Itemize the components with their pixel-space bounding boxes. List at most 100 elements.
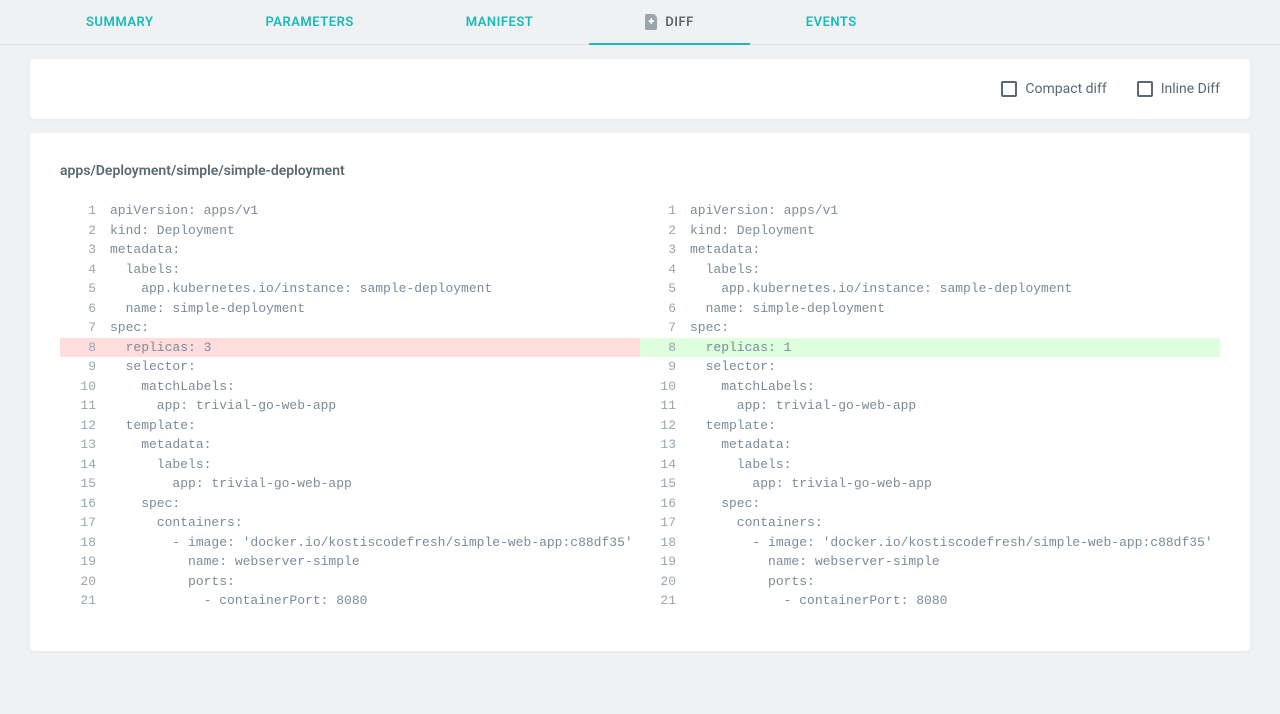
line-content: spec: xyxy=(690,318,1220,338)
line-number: 16 xyxy=(640,494,690,514)
line-number: 15 xyxy=(60,474,110,494)
diff-left: 1apiVersion: apps/v12kind: Deployment3me… xyxy=(60,201,640,611)
line-content: matchLabels: xyxy=(690,377,1220,397)
line-number: 2 xyxy=(640,221,690,241)
inline-diff-checkbox[interactable]: Inline Diff xyxy=(1137,81,1220,97)
line-number: 14 xyxy=(60,455,110,475)
diff-line: 16 spec: xyxy=(640,494,1220,514)
diff-line: 5 app.kubernetes.io/instance: sample-dep… xyxy=(60,279,640,299)
line-content: labels: xyxy=(690,260,1220,280)
line-number: 19 xyxy=(60,552,110,572)
tab-manifest[interactable]: MANIFEST xyxy=(410,0,590,44)
line-content: metadata: xyxy=(110,435,640,455)
checkbox-box xyxy=(1137,81,1153,97)
line-number: 18 xyxy=(60,533,110,553)
line-number: 5 xyxy=(640,279,690,299)
diff-line: 11 app: trivial-go-web-app xyxy=(640,396,1220,416)
line-content: kind: Deployment xyxy=(110,221,640,241)
diff-container: 1apiVersion: apps/v12kind: Deployment3me… xyxy=(60,201,1220,611)
line-content: template: xyxy=(110,416,640,436)
line-content: selector: xyxy=(110,357,640,377)
line-number: 4 xyxy=(60,260,110,280)
diff-line: 19 name: webserver-simple xyxy=(640,552,1220,572)
line-number: 2 xyxy=(60,221,110,241)
line-number: 11 xyxy=(60,396,110,416)
line-number: 7 xyxy=(60,318,110,338)
line-content: ports: xyxy=(690,572,1220,592)
diff-line: 11 app: trivial-go-web-app xyxy=(60,396,640,416)
line-number: 6 xyxy=(60,299,110,319)
line-content: replicas: 1 xyxy=(690,338,1220,358)
tabs-bar: SUMMARY PARAMETERS MANIFEST DIFF EVENTS xyxy=(0,0,1280,45)
diff-line: 1apiVersion: apps/v1 xyxy=(640,201,1220,221)
diff-line: 7spec: xyxy=(60,318,640,338)
line-content: apiVersion: apps/v1 xyxy=(690,201,1220,221)
line-number: 6 xyxy=(640,299,690,319)
tab-parameters[interactable]: PARAMETERS xyxy=(209,0,409,44)
line-content: app: trivial-go-web-app xyxy=(690,396,1220,416)
diff-line: 17 containers: xyxy=(640,513,1220,533)
line-content: spec: xyxy=(110,494,640,514)
tab-label: PARAMETERS xyxy=(265,15,353,30)
line-number: 1 xyxy=(640,201,690,221)
line-number: 20 xyxy=(60,572,110,592)
line-content: app: trivial-go-web-app xyxy=(110,396,640,416)
line-content: app.kubernetes.io/instance: sample-deplo… xyxy=(110,279,640,299)
diff-line: 20 ports: xyxy=(640,572,1220,592)
line-content: spec: xyxy=(110,318,640,338)
line-number: 7 xyxy=(640,318,690,338)
diff-line: 21 - containerPort: 8080 xyxy=(60,591,640,611)
diff-line: 2kind: Deployment xyxy=(640,221,1220,241)
line-content: app: trivial-go-web-app xyxy=(110,474,640,494)
line-number: 8 xyxy=(60,338,110,358)
diff-line: 3metadata: xyxy=(60,240,640,260)
line-number: 21 xyxy=(640,591,690,611)
diff-line: 4 labels: xyxy=(640,260,1220,280)
diff-line: 5 app.kubernetes.io/instance: sample-dep… xyxy=(640,279,1220,299)
diff-line: 18 - image: 'docker.io/kostiscodefresh/s… xyxy=(60,533,640,553)
line-number: 5 xyxy=(60,279,110,299)
diff-line: 21 - containerPort: 8080 xyxy=(640,591,1220,611)
diff-line: 10 matchLabels: xyxy=(640,377,1220,397)
diff-line: 3metadata: xyxy=(640,240,1220,260)
line-content: kind: Deployment xyxy=(690,221,1220,241)
line-content: template: xyxy=(690,416,1220,436)
line-content: apiVersion: apps/v1 xyxy=(110,201,640,221)
diff-line: 13 metadata: xyxy=(60,435,640,455)
diff-line: 12 template: xyxy=(640,416,1220,436)
line-number: 20 xyxy=(640,572,690,592)
line-content: containers: xyxy=(110,513,640,533)
tab-label: SUMMARY xyxy=(86,15,153,30)
line-number: 3 xyxy=(640,240,690,260)
diff-line: 19 name: webserver-simple xyxy=(60,552,640,572)
diff-line: 15 app: trivial-go-web-app xyxy=(640,474,1220,494)
checkbox-box xyxy=(1001,81,1017,97)
line-content: metadata: xyxy=(110,240,640,260)
tab-diff[interactable]: DIFF xyxy=(589,0,750,44)
tab-events[interactable]: EVENTS xyxy=(750,0,913,44)
diff-line: 17 containers: xyxy=(60,513,640,533)
line-content: name: webserver-simple xyxy=(690,552,1220,572)
line-number: 13 xyxy=(60,435,110,455)
line-content: labels: xyxy=(110,260,640,280)
tab-label: EVENTS xyxy=(806,15,857,30)
line-content: containers: xyxy=(690,513,1220,533)
diff-line: 10 matchLabels: xyxy=(60,377,640,397)
line-number: 10 xyxy=(60,377,110,397)
diff-line: 14 labels: xyxy=(640,455,1220,475)
compact-diff-checkbox[interactable]: Compact diff xyxy=(1001,81,1106,97)
diff-line: 13 metadata: xyxy=(640,435,1220,455)
line-number: 4 xyxy=(640,260,690,280)
tab-summary[interactable]: SUMMARY xyxy=(30,0,209,44)
line-number: 18 xyxy=(640,533,690,553)
line-number: 11 xyxy=(640,396,690,416)
diff-line: 9 selector: xyxy=(60,357,640,377)
tab-label: MANIFEST xyxy=(466,15,534,30)
line-content: selector: xyxy=(690,357,1220,377)
line-content: app: trivial-go-web-app xyxy=(690,474,1220,494)
diff-line: 18 - image: 'docker.io/kostiscodefresh/s… xyxy=(640,533,1220,553)
line-number: 10 xyxy=(640,377,690,397)
line-content: ports: xyxy=(110,572,640,592)
diff-panel: apps/Deployment/simple/simple-deployment… xyxy=(30,133,1250,651)
tab-label: DIFF xyxy=(665,15,694,30)
